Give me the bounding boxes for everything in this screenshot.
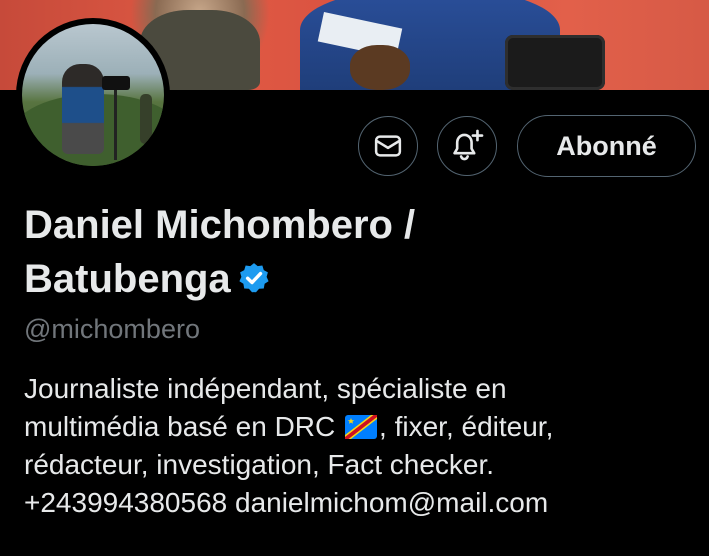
display-name: Daniel Michombero / Batubenga [24,198,684,306]
avatar[interactable] [16,18,170,172]
bio-line-2-end: , fixer, éditeur, [379,411,554,442]
display-name-line2-wrap: Batubenga [24,252,684,306]
bio-line-2: multimédia basé en DRC , fixer, éditeur, [24,408,694,446]
envelope-icon [374,135,402,157]
following-button[interactable]: Abonné [517,115,696,177]
display-name-line1: Daniel Michombero / [24,203,416,247]
drc-flag-icon [345,415,378,439]
avatar-cameraman [62,64,104,154]
bio-line-3: rédacteur, investigation, Fact checker. [24,449,495,480]
banner-hand [350,45,410,90]
user-handle: @michombero [24,314,200,344]
avatar-tripod [114,90,117,160]
profile-bio: Journaliste indépendant, spécialiste en … [24,370,694,522]
banner-camera [505,35,605,90]
avatar-camera [102,76,130,90]
display-name-line2: Batubenga [24,257,231,301]
avatar-soldier [140,94,152,144]
notifications-button[interactable] [437,116,497,176]
bell-plus-icon [453,129,484,161]
message-button[interactable] [358,116,418,176]
bio-line-4[interactable]: +243994380568 danielmichom@mail.com [24,484,694,522]
bio-line-2-start: multimédia basé en DRC [24,411,336,442]
avatar-photo [22,24,164,166]
bio-line-1: Journaliste indépendant, spécialiste en [24,373,507,404]
verified-badge-icon[interactable] [237,261,271,295]
